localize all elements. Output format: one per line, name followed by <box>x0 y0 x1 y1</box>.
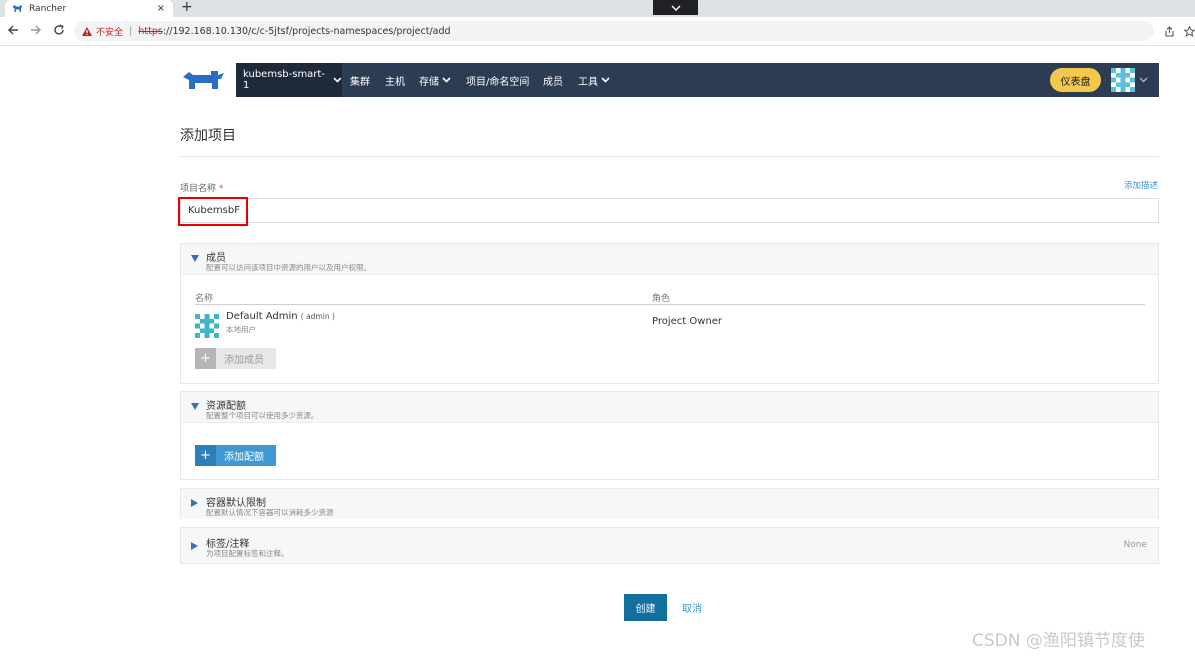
bookmark-button[interactable] <box>1183 25 1195 37</box>
chevron-down-icon <box>601 77 610 83</box>
cluster-selector[interactable]: kubemsb-smart-1 <box>236 63 342 97</box>
chevron-down-icon <box>671 5 680 11</box>
rancher-logo-icon <box>183 71 224 89</box>
url-scheme: https <box>138 25 163 37</box>
container-limits-subtitle: 配置默认情况下容器可以消耗多少资源 <box>206 508 334 517</box>
required-mark: * <box>218 184 224 194</box>
tab-title: Rancher <box>29 3 67 14</box>
chevron-down-icon <box>1139 77 1148 83</box>
plus-icon: + <box>195 445 216 466</box>
add-member-button[interactable]: + 添加成员 <box>195 348 276 369</box>
browser-tab[interactable]: Rancher × <box>5 0 173 17</box>
nav-tools[interactable]: 工具 <box>578 63 610 97</box>
back-button[interactable] <box>6 23 20 37</box>
tab-search-button[interactable] <box>653 0 698 15</box>
reload-icon <box>54 24 64 35</box>
rancher-header: kubemsb-smart-1 集群 主机 存储 项目/命名空间 成员 工具 仪… <box>180 63 1159 97</box>
add-description-link[interactable]: 添加描述 <box>1124 179 1158 191</box>
labels-header[interactable]: 标签/注释 为项目配置标签和注释。 None <box>181 528 1158 563</box>
project-name-input[interactable] <box>180 198 1159 223</box>
nav-projects-namespaces[interactable]: 项目/命名空间 <box>466 63 529 97</box>
members-section-header[interactable]: 成员 配置可以访问该项目中资源的用户以及用户权限。 <box>181 244 1158 275</box>
nav-cluster[interactable]: 集群 <box>350 63 370 97</box>
project-name-label-text: 项目名称 <box>180 184 217 194</box>
nav-storage-label: 存储 <box>419 76 439 88</box>
chevron-down-icon <box>333 77 342 83</box>
nav-members[interactable]: 成员 <box>543 63 563 97</box>
create-button[interactable]: 创建 <box>624 594 667 621</box>
add-member-label: 添加成员 <box>224 355 264 366</box>
caret-right-icon <box>191 499 198 507</box>
avatar <box>1111 68 1135 92</box>
browser-tab-bar: Rancher × + <box>0 0 1195 17</box>
nav-hosts[interactable]: 主机 <box>385 63 405 97</box>
container-limits-header[interactable]: 容器默认限制 配置默认情况下容器可以消耗多少资源 <box>181 489 1158 519</box>
insecure-label: 不安全 <box>96 27 124 38</box>
labels-section: 标签/注释 为项目配置标签和注释。 None <box>180 527 1159 564</box>
page-title: 添加项目 <box>180 128 236 144</box>
back-arrow-icon <box>8 25 18 35</box>
cluster-name: kubemsb-smart-1 <box>243 69 325 91</box>
caret-right-icon <box>191 542 198 550</box>
star-icon <box>1183 25 1195 37</box>
forward-button[interactable] <box>29 23 43 37</box>
members-subtitle: 配置可以访问该项目中资源的用户以及用户权限。 <box>206 263 371 272</box>
browser-toolbar: 不安全 | https ://192.168.10.130/c/c-5jtsf/… <box>0 17 1195 46</box>
avatar <box>195 314 219 338</box>
share-button[interactable] <box>1163 25 1175 37</box>
add-quota-label: 添加配额 <box>224 452 264 463</box>
nav-hosts-label: 主机 <box>385 76 405 88</box>
caret-down-icon <box>191 403 199 410</box>
watermark: CSDN @渔阳镇节度使 <box>972 631 1145 651</box>
cancel-button[interactable]: 取消 <box>682 600 702 615</box>
address-separator: | <box>129 25 133 37</box>
resource-quota-header[interactable]: 资源配额 配置整个项目可以使用多少资源。 <box>181 392 1158 423</box>
rancher-favicon-icon <box>12 3 23 14</box>
column-header-role: 角色 <box>652 294 671 304</box>
dashboard-button[interactable]: 仪表盘 <box>1050 68 1101 92</box>
chevron-down-icon <box>442 77 451 83</box>
share-icon <box>1164 25 1174 37</box>
member-type: 本地用户 <box>226 325 256 334</box>
resource-quota-section: 资源配额 配置整个项目可以使用多少资源。 + 添加配额 <box>180 391 1159 480</box>
rancher-logo[interactable] <box>180 63 236 97</box>
caret-down-icon <box>191 255 199 262</box>
forward-arrow-icon <box>31 25 41 35</box>
container-limits-section: 容器默认限制 配置默认情况下容器可以消耗多少资源 <box>180 488 1159 519</box>
nav-tools-label: 工具 <box>578 76 598 88</box>
title-divider <box>180 156 1159 157</box>
nav-cluster-label: 集群 <box>350 76 370 88</box>
member-username: ( admin ) <box>300 312 335 321</box>
tab-close-icon[interactable]: × <box>157 3 165 14</box>
member-display-name: Default Admin ( admin ) <box>226 311 335 322</box>
labels-subtitle: 为项目配置标签和注释。 <box>206 549 289 558</box>
member-name-text: Default Admin <box>226 311 298 322</box>
url-path: ://192.168.10.130/c/c-5jtsf/projects-nam… <box>162 25 451 37</box>
labels-value: None <box>1123 540 1147 550</box>
column-header-name: 名称 <box>195 294 214 304</box>
resource-quota-subtitle: 配置整个项目可以使用多少资源。 <box>206 411 319 420</box>
user-menu[interactable] <box>1111 68 1148 92</box>
members-section: 成员 配置可以访问该项目中资源的用户以及用户权限。 名称 角色 Default … <box>180 243 1159 384</box>
add-quota-button[interactable]: + 添加配额 <box>195 445 276 466</box>
warning-triangle-icon <box>82 26 92 36</box>
address-bar[interactable]: 不安全 | https ://192.168.10.130/c/c-5jtsf/… <box>74 21 1154 41</box>
member-role: Project Owner <box>652 316 723 327</box>
nav-storage[interactable]: 存储 <box>419 63 451 97</box>
project-name-label: 项目名称 * <box>180 181 223 194</box>
nav-members-label: 成员 <box>543 76 563 88</box>
reload-button[interactable] <box>52 23 66 37</box>
new-tab-button[interactable]: + <box>181 0 193 15</box>
table-header-line <box>195 304 1145 305</box>
nav-projects-label: 项目/命名空间 <box>466 76 530 88</box>
plus-icon: + <box>195 348 216 369</box>
